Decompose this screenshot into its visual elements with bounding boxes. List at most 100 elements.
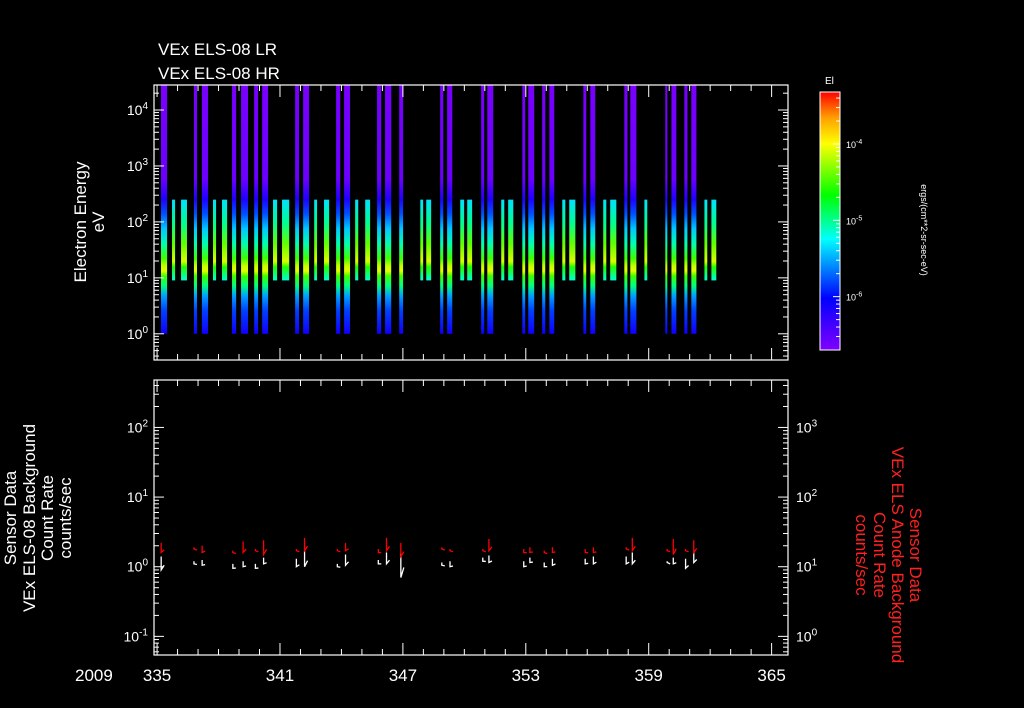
left-tick-label: 10-1 xyxy=(124,627,149,644)
full-range-strip xyxy=(528,85,535,334)
low-range-strip xyxy=(501,199,505,281)
anode-rate-mark xyxy=(441,547,446,551)
low-range-strip xyxy=(172,199,176,281)
background-rate-mark xyxy=(684,558,690,570)
right-label-line1: Sensor Data xyxy=(906,508,925,603)
full-range-strip xyxy=(590,85,596,334)
anode-rate-mark xyxy=(672,539,677,555)
background-rate-mark xyxy=(385,552,391,566)
low-range-strip xyxy=(460,199,465,281)
colorbar-tick-label: 10-4 xyxy=(846,139,862,150)
plot-canvas: VEx ELS-08 LR VEx ELS-08 HR Electron Ene… xyxy=(1,40,929,685)
background-rate-mark xyxy=(488,555,493,564)
left-label-line3: Count Rate xyxy=(38,475,57,561)
full-range-strip xyxy=(549,85,555,334)
low-range-strip xyxy=(711,199,717,281)
background-rate-mark xyxy=(254,563,259,569)
colorbar-tick-label: 10-5 xyxy=(846,215,862,226)
rates-left-label: Sensor Data VEx ELS-08 Background Count … xyxy=(1,424,75,612)
background-rate-mark xyxy=(449,561,454,568)
full-range-strip xyxy=(160,85,168,334)
full-range-strip xyxy=(583,85,587,334)
full-range-strip xyxy=(481,85,485,334)
anode-rate-mark xyxy=(336,548,341,553)
right-label-line3: Count Rate xyxy=(870,512,889,598)
year-label: 2009 xyxy=(75,666,113,685)
colorbar-label: ergs/(cm**2-sr-sec-eV) xyxy=(919,184,929,276)
y-tick-label: 101 xyxy=(127,269,149,286)
anode-rate-mark xyxy=(482,548,487,553)
right-tick-label: 103 xyxy=(796,418,818,435)
full-range-strip xyxy=(377,85,382,334)
left-tick-label: 101 xyxy=(127,488,149,505)
rates-series xyxy=(160,537,698,578)
full-range-strip xyxy=(440,85,444,334)
anode-rate-mark xyxy=(160,542,165,555)
background-rate-mark xyxy=(441,562,445,567)
left-tick-label: 100 xyxy=(127,558,149,575)
anode-rate-mark xyxy=(523,548,527,554)
background-rate-mark xyxy=(377,559,382,565)
x-tick-labels: 335 341 347 353 359 365 xyxy=(143,666,786,685)
anode-rate-mark xyxy=(201,545,206,554)
ylabel-line1: Electron Energy xyxy=(71,161,90,282)
anode-rate-mark xyxy=(400,542,405,559)
anode-rate-mark xyxy=(232,550,237,555)
full-range-strip xyxy=(671,85,677,334)
low-range-strip xyxy=(314,199,318,281)
full-range-strip xyxy=(193,85,198,334)
anode-rate-mark xyxy=(193,547,198,551)
anode-rate-mark xyxy=(543,550,548,555)
anode-rate-mark xyxy=(254,548,259,553)
low-range-strip xyxy=(324,199,330,281)
anode-rate-mark xyxy=(344,542,349,552)
full-range-strip xyxy=(295,85,300,334)
anode-rate-mark xyxy=(303,537,309,553)
x-tick-label: 353 xyxy=(512,666,540,685)
x-tick-label: 347 xyxy=(389,666,417,685)
background-rate-mark xyxy=(523,561,527,568)
full-range-strip xyxy=(336,85,341,334)
anode-rate-mark xyxy=(449,548,454,553)
x-tick-label: 359 xyxy=(635,666,663,685)
rates-right-label: Sensor Data VEx ELS Anode Background Cou… xyxy=(852,447,925,663)
y-tick-label: 103 xyxy=(127,157,149,174)
low-range-strip xyxy=(644,199,648,281)
background-rate-mark xyxy=(584,558,589,565)
background-rate-mark xyxy=(344,554,350,567)
full-range-strip xyxy=(262,85,269,334)
background-rate-mark xyxy=(400,553,405,578)
low-range-strip xyxy=(603,199,607,281)
anode-rate-mark xyxy=(666,548,671,553)
x-tick-label: 365 xyxy=(757,666,785,685)
low-range-strip xyxy=(365,199,371,281)
right-tick-label: 101 xyxy=(796,558,818,575)
background-rate-mark xyxy=(482,557,486,563)
colorbar-title: El xyxy=(825,76,834,87)
title-hr: VEx ELS-08 HR xyxy=(158,64,280,83)
low-range-strip xyxy=(467,199,473,281)
full-range-strip xyxy=(684,85,688,334)
anode-rate-mark xyxy=(377,548,382,554)
full-range-strip xyxy=(630,85,637,334)
background-rate-mark xyxy=(666,561,671,565)
full-range-strip xyxy=(399,85,404,334)
anode-rate-mark xyxy=(262,540,268,557)
low-range-strip xyxy=(426,199,432,281)
background-rate-mark xyxy=(262,557,267,565)
background-rate-mark xyxy=(193,561,198,566)
low-range-strip xyxy=(569,199,576,281)
low-range-strip xyxy=(508,199,514,281)
full-range-strip xyxy=(303,85,310,334)
left-label-line2: VEx ELS-08 Background xyxy=(20,424,39,612)
low-range-strip xyxy=(212,199,217,281)
low-range-strip xyxy=(181,199,187,281)
low-range-strip xyxy=(610,199,617,281)
left-label-line4: counts/sec xyxy=(56,477,75,559)
anode-rate-mark xyxy=(529,547,534,554)
anode-rate-mark xyxy=(625,547,630,551)
left-label-line1: Sensor Data xyxy=(1,470,20,565)
right-tick-label: 100 xyxy=(796,627,818,644)
anode-rate-mark xyxy=(551,547,556,554)
full-range-strip xyxy=(487,85,494,334)
